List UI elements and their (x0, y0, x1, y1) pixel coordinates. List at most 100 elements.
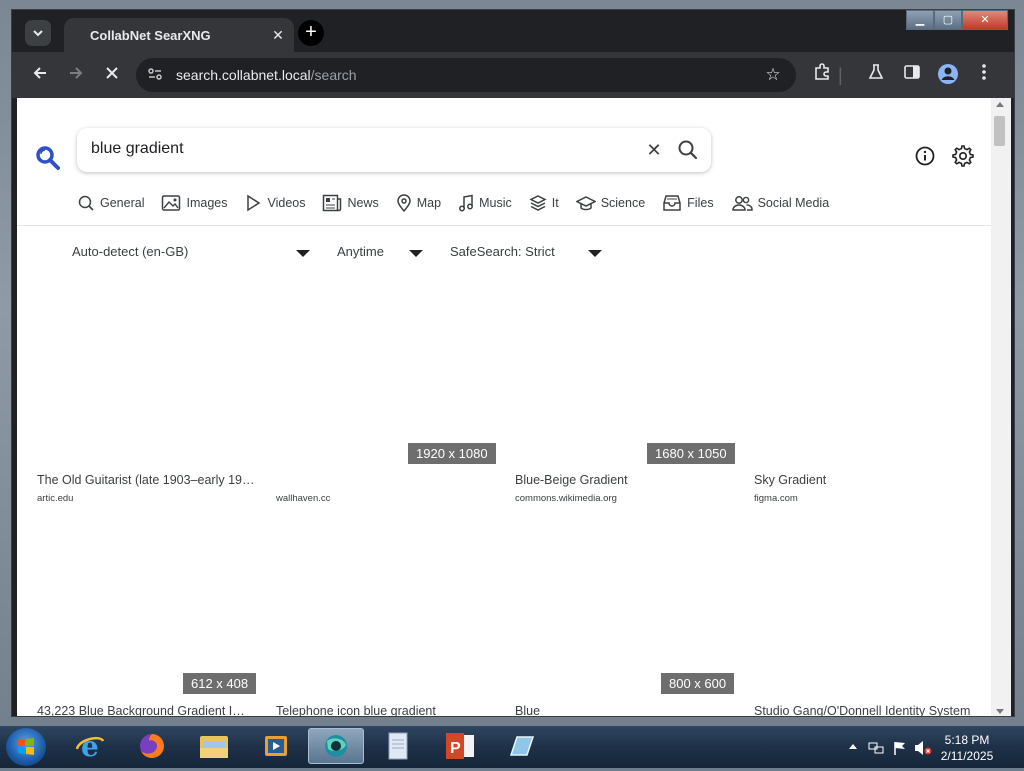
tab-map[interactable]: Map (396, 190, 441, 216)
result-domain: figma.com (754, 493, 798, 504)
search-icon[interactable] (675, 137, 701, 163)
menu-button[interactable] (972, 63, 996, 87)
tab-general-label: General (100, 196, 145, 210)
powerpoint-icon: P (446, 733, 474, 759)
result-domain: artic.edu (37, 493, 74, 504)
clear-search-button[interactable]: ✕ (643, 139, 665, 161)
clock-date: 2/11/2025 (940, 749, 994, 763)
avatar-icon (938, 64, 958, 84)
language-chevron-down-icon[interactable] (296, 250, 310, 257)
tab-it[interactable]: It (529, 190, 559, 216)
result-title[interactable]: The Old Guitarist (late 1903–early 1904) (37, 473, 255, 487)
action-center-flag-icon[interactable] (892, 740, 908, 756)
searxng-logo-icon[interactable] (35, 145, 61, 171)
scroll-up-arrow-icon[interactable] (996, 102, 1004, 107)
tab-music-label: Music (479, 196, 512, 210)
newspaper-icon (323, 194, 342, 212)
tab-social-media[interactable]: Social Media (731, 190, 830, 216)
tab-science[interactable]: Science (575, 190, 645, 216)
start-button[interactable] (6, 728, 46, 766)
tab-news[interactable]: News (322, 190, 379, 216)
tab-close-icon[interactable]: ✕ (268, 25, 288, 45)
header-divider (17, 225, 991, 226)
time-range-select[interactable]: Anytime (337, 244, 384, 259)
tab-title: CollabNet SearXNG (90, 28, 211, 43)
minimize-button[interactable]: ▁ (906, 10, 934, 30)
taskbar-app-editor[interactable] (494, 728, 550, 764)
tab-search-button[interactable] (25, 20, 51, 46)
new-tab-button[interactable]: + (298, 20, 324, 46)
labs-button[interactable] (864, 63, 888, 87)
firefox-icon (140, 734, 164, 758)
editor-icon (509, 736, 535, 756)
info-icon[interactable] (914, 145, 936, 167)
taskbar-firefox[interactable] (124, 728, 180, 764)
result-title[interactable]: Sky Gradient (754, 473, 972, 487)
close-window-button[interactable]: ✕ (962, 10, 1008, 30)
taskbar-browser-active[interactable] (308, 728, 364, 764)
time-chevron-down-icon[interactable] (409, 250, 423, 257)
forward-button[interactable] (64, 63, 88, 87)
side-panel-button[interactable] (900, 63, 924, 87)
side-panel-icon (904, 65, 920, 79)
tab-strip: CollabNet SearXNG ✕ + ▁ ▢ ✕ (12, 10, 1014, 52)
taskbar-powerpoint[interactable]: P (432, 728, 488, 764)
site-info-icon[interactable] (146, 66, 164, 84)
extensions-button[interactable] (810, 63, 834, 87)
result-title[interactable]: Telephone icon blue gradient (276, 704, 494, 716)
tab-news-label: News (347, 196, 379, 210)
search-input[interactable]: blue gradient (91, 140, 184, 158)
tab-videos-label: Videos (267, 196, 306, 210)
tab-files[interactable]: Files (662, 190, 714, 216)
taskbar-file-explorer[interactable] (186, 728, 242, 764)
file-tray-icon (663, 195, 681, 211)
tab-social-media-label: Social Media (757, 196, 830, 210)
result-title[interactable]: Studio Gang/O'Donnell Identity System (754, 704, 972, 716)
bookmark-star-icon[interactable]: ☆ (762, 64, 784, 86)
taskbar: e P 5:18 PM 2/11/2025 (0, 726, 1024, 768)
tab-general[interactable]: General (77, 190, 144, 216)
window-controls: ▁ ▢ ✕ (906, 10, 1008, 32)
tab-music[interactable]: Music (458, 190, 512, 216)
network-icon[interactable] (868, 740, 884, 756)
image-size-badge: 1680 x 1050 (647, 443, 735, 464)
taskbar-media-player[interactable] (248, 728, 304, 764)
result-title[interactable]: Blue (515, 704, 733, 716)
safesearch-chevron-down-icon[interactable] (588, 250, 602, 257)
document-icon (388, 732, 408, 760)
tab-videos[interactable]: Videos (244, 190, 305, 216)
profile-button[interactable] (936, 63, 960, 87)
show-hidden-icons-icon[interactable] (848, 742, 858, 750)
address-bar[interactable]: search.collabnet.local/search ☆ (136, 58, 796, 92)
taskbar-internet-explorer[interactable]: e (62, 728, 118, 764)
scroll-down-arrow-icon[interactable] (996, 709, 1004, 714)
page-scrollbar[interactable] (991, 98, 1011, 716)
volume-muted-icon[interactable] (914, 740, 932, 756)
category-tabs: General Images Videos News Map Music It … (77, 190, 846, 216)
folder-icon (200, 736, 228, 758)
taskbar-notepad[interactable] (370, 728, 426, 764)
search-filters: Auto-detect (en-GB) Anytime SafeSearch: … (17, 238, 991, 264)
stop-loading-button[interactable] (100, 63, 124, 87)
tab-images[interactable]: Images (161, 190, 227, 216)
tab-map-label: Map (416, 196, 442, 210)
chevron-down-icon (33, 30, 43, 37)
flask-icon (868, 64, 884, 79)
tab-it-label: It (551, 196, 559, 210)
music-note-icon (459, 194, 474, 212)
result-title[interactable]: Blue-Beige Gradient (515, 473, 733, 487)
taskbar-clock[interactable]: 5:18 PM 2/11/2025 (932, 732, 1002, 764)
tab-active[interactable]: CollabNet SearXNG ✕ (64, 18, 294, 52)
safesearch-select[interactable]: SafeSearch: Strict (450, 244, 555, 259)
result-title[interactable]: 43,223 Blue Background Gradient Images (37, 704, 255, 716)
play-icon (247, 194, 261, 212)
image-size-badge: 800 x 600 (661, 673, 735, 694)
image-size-badge: 1920 x 1080 (408, 443, 496, 464)
language-select[interactable]: Auto-detect (en-GB) (72, 244, 188, 259)
arrow-right-icon (70, 67, 83, 79)
scroll-thumb[interactable] (994, 116, 1005, 146)
back-button[interactable] (28, 63, 52, 87)
image-icon (162, 195, 181, 211)
gear-icon[interactable] (951, 144, 975, 168)
maximize-button[interactable]: ▢ (934, 10, 962, 30)
